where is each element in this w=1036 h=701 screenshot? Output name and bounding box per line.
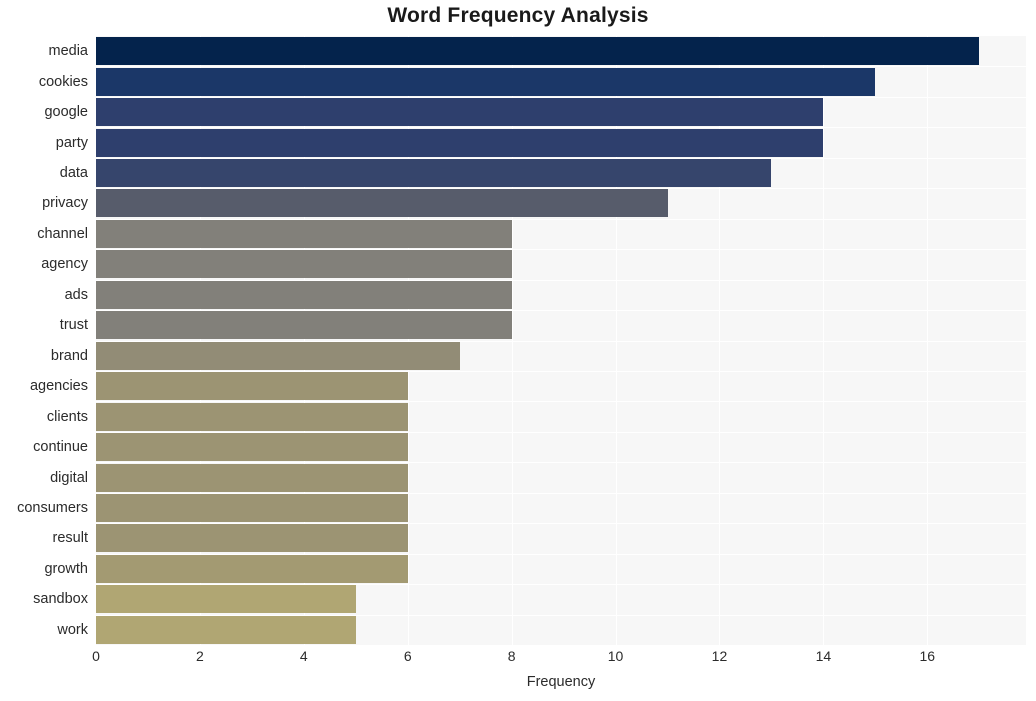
y-tick-label-growth: growth xyxy=(44,560,88,577)
bar-row xyxy=(96,189,1026,218)
y-tick-label-brand: brand xyxy=(50,347,88,364)
bar-row xyxy=(96,585,1026,614)
y-tick-label-privacy: privacy xyxy=(42,195,88,212)
bar-party[interactable] xyxy=(96,128,824,157)
bar-row xyxy=(96,402,1026,431)
bar-cookies[interactable] xyxy=(96,67,876,96)
y-tick-label-agencies: agencies xyxy=(29,378,88,395)
bar-row xyxy=(96,250,1026,279)
bar-agency[interactable] xyxy=(96,250,512,279)
y-tick-label-cookies: cookies xyxy=(38,73,88,90)
bar-trust[interactable] xyxy=(96,311,512,340)
y-tick-label-data: data xyxy=(59,165,88,182)
x-tick-label-16: 16 xyxy=(919,648,936,664)
y-tick-label-consumers: consumers xyxy=(17,499,88,516)
bar-row xyxy=(96,372,1026,401)
chart-title: Word Frequency Analysis xyxy=(387,4,649,27)
bar-row xyxy=(96,341,1026,370)
bar-agencies[interactable] xyxy=(96,372,408,401)
y-tick-label-agency: agency xyxy=(41,256,88,273)
y-tick-label-google: google xyxy=(44,104,88,121)
bar-row xyxy=(96,433,1026,462)
bar-growth[interactable] xyxy=(96,554,408,583)
bar-row xyxy=(96,554,1026,583)
bar-row xyxy=(96,615,1026,644)
plot-area xyxy=(96,36,1026,645)
bar-row xyxy=(96,311,1026,340)
x-axis-title: Frequency xyxy=(526,674,596,690)
bar-work[interactable] xyxy=(96,615,356,644)
bar-media[interactable] xyxy=(96,37,980,66)
bar-row xyxy=(96,463,1026,492)
x-axis-tick-labels: 0 2 4 6 8 10 12 14 16 xyxy=(0,648,1036,672)
x-tick-label-12: 12 xyxy=(711,648,728,664)
bar-row xyxy=(96,98,1026,127)
x-tick-label-14: 14 xyxy=(815,648,832,664)
bar-google[interactable] xyxy=(96,98,824,127)
bar-clients[interactable] xyxy=(96,402,408,431)
bar-row xyxy=(96,493,1026,522)
bar-sandbox[interactable] xyxy=(96,585,356,614)
bar-data[interactable] xyxy=(96,159,772,188)
bar-row xyxy=(96,280,1026,309)
bar-row xyxy=(96,219,1026,248)
y-tick-label-media: media xyxy=(48,43,89,60)
bar-row xyxy=(96,159,1026,188)
bar-privacy[interactable] xyxy=(96,189,668,218)
x-tick-label-0: 0 xyxy=(92,648,100,664)
x-tick-label-2: 2 xyxy=(196,648,204,664)
y-tick-label-continue: continue xyxy=(33,439,88,456)
x-tick-label-10: 10 xyxy=(607,648,624,664)
y-tick-label-digital: digital xyxy=(50,469,88,486)
y-tick-label-party: party xyxy=(55,134,88,151)
y-axis-tick-labels: media cookies google party data privacy channe… xyxy=(0,36,88,645)
y-tick-label-channel: channel xyxy=(37,225,88,242)
y-tick-label-sandbox: sandbox xyxy=(33,591,88,608)
y-tick-label-work: work xyxy=(57,621,88,638)
y-tick-label-ads: ads xyxy=(64,286,88,303)
y-tick-label-trust: trust xyxy=(59,317,88,334)
word-frequency-chart: Word Frequency Analysis media cookies goog… xyxy=(0,0,1036,701)
bar-row xyxy=(96,37,1026,66)
x-tick-label-6: 6 xyxy=(403,648,412,664)
bar-channel[interactable] xyxy=(96,219,512,248)
bar-row xyxy=(96,524,1026,553)
y-tick-label-clients: clients xyxy=(46,408,88,425)
bar-ads[interactable] xyxy=(96,280,512,309)
bar-consumers[interactable] xyxy=(96,493,408,522)
bar-row xyxy=(96,128,1026,157)
y-tick-label-result: result xyxy=(52,530,88,547)
bar-digital[interactable] xyxy=(96,463,408,492)
bar-result[interactable] xyxy=(96,524,408,553)
bar-row xyxy=(96,67,1026,96)
bar-continue[interactable] xyxy=(96,433,408,462)
x-tick-label-4: 4 xyxy=(299,648,308,664)
x-tick-label-8: 8 xyxy=(507,648,516,664)
bar-brand[interactable] xyxy=(96,341,460,370)
